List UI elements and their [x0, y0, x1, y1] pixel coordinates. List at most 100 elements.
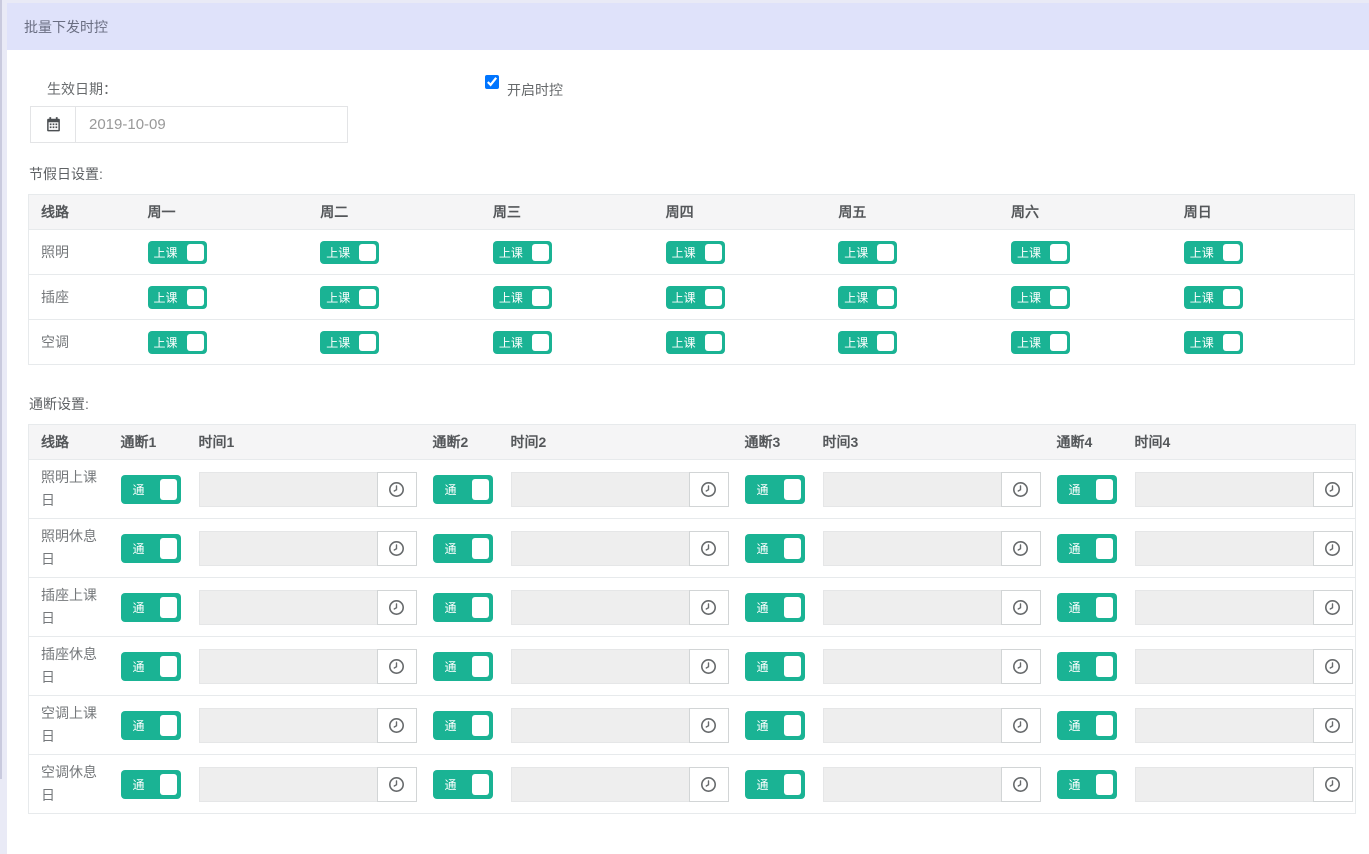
time-input[interactable] [1135, 767, 1313, 802]
time-input[interactable] [823, 590, 1001, 625]
switch-label: 通 [1057, 593, 1093, 622]
time-input[interactable] [511, 649, 689, 684]
holiday-toggle-r0c7[interactable]: 上课 [1184, 241, 1243, 264]
holiday-toggle-r1c5[interactable]: 上课 [838, 286, 897, 309]
clock-addon[interactable] [1001, 472, 1041, 507]
holiday-toggle-r2c1[interactable]: 上课 [148, 331, 207, 354]
clock-addon[interactable] [1001, 708, 1041, 743]
onoff-toggle-r1g0[interactable]: 通 [121, 534, 181, 563]
onoff-toggle-r4g0[interactable]: 通 [121, 711, 181, 740]
time-input[interactable] [511, 767, 689, 802]
onoff-toggle-r3g2[interactable]: 通 [745, 652, 805, 681]
clock-addon[interactable] [1001, 590, 1041, 625]
clock-addon[interactable] [377, 472, 417, 507]
clock-addon[interactable] [689, 649, 729, 684]
onoff-toggle-r4g2[interactable]: 通 [745, 711, 805, 740]
switch-knob [532, 244, 549, 261]
time-input[interactable] [511, 472, 689, 507]
clock-addon[interactable] [1001, 767, 1041, 802]
calendar-addon[interactable] [31, 107, 76, 142]
clock-addon[interactable] [377, 649, 417, 684]
onoff-toggle-r0g2[interactable]: 通 [745, 475, 805, 504]
time-input[interactable] [511, 590, 689, 625]
onoff-toggle-r3g1[interactable]: 通 [433, 652, 493, 681]
time-input[interactable] [199, 708, 377, 743]
onoff-toggle-r2g0[interactable]: 通 [121, 593, 181, 622]
time-input[interactable] [823, 531, 1001, 566]
time-input[interactable] [511, 531, 689, 566]
time-input[interactable] [199, 649, 377, 684]
clock-addon[interactable] [377, 708, 417, 743]
date-input[interactable] [76, 107, 347, 142]
onoff-toggle-r5g2[interactable]: 通 [745, 770, 805, 799]
holiday-toggle-r1c7[interactable]: 上课 [1184, 286, 1243, 309]
onoff-toggle-r1g3[interactable]: 通 [1057, 534, 1117, 563]
onoff-toggle-r0g1[interactable]: 通 [433, 475, 493, 504]
onoff-toggle-r1g2[interactable]: 通 [745, 534, 805, 563]
holiday-toggle-r0c5[interactable]: 上课 [838, 241, 897, 264]
onoff-toggle-r5g0[interactable]: 通 [121, 770, 181, 799]
holiday-toggle-r0c2[interactable]: 上课 [320, 241, 379, 264]
clock-addon[interactable] [689, 590, 729, 625]
holiday-toggle-r2c2[interactable]: 上课 [320, 331, 379, 354]
onoff-toggle-r3g3[interactable]: 通 [1057, 652, 1117, 681]
time-input[interactable] [1135, 590, 1313, 625]
time-input[interactable] [199, 767, 377, 802]
time-input[interactable] [1135, 472, 1313, 507]
holiday-toggle-r2c6[interactable]: 上课 [1011, 331, 1070, 354]
clock-addon[interactable] [1313, 590, 1353, 625]
time-input[interactable] [1135, 649, 1313, 684]
holiday-toggle-r2c3[interactable]: 上课 [493, 331, 552, 354]
holiday-toggle-r2c4[interactable]: 上课 [666, 331, 725, 354]
clock-addon[interactable] [1313, 767, 1353, 802]
time-input[interactable] [511, 708, 689, 743]
clock-addon[interactable] [377, 531, 417, 566]
onoff-toggle-r0g3[interactable]: 通 [1057, 475, 1117, 504]
time-input[interactable] [199, 531, 377, 566]
clock-addon[interactable] [1313, 649, 1353, 684]
onoff-toggle-r2g2[interactable]: 通 [745, 593, 805, 622]
holiday-toggle-r0c3[interactable]: 上课 [493, 241, 552, 264]
clock-addon[interactable] [1313, 531, 1353, 566]
holiday-toggle-r2c7[interactable]: 上课 [1184, 331, 1243, 354]
onoff-toggle-r1g1[interactable]: 通 [433, 534, 493, 563]
holiday-toggle-r1c1[interactable]: 上课 [148, 286, 207, 309]
onoff-toggle-r0g0[interactable]: 通 [121, 475, 181, 504]
time-group-r5g3 [1135, 767, 1353, 802]
holiday-toggle-r1c2[interactable]: 上课 [320, 286, 379, 309]
clock-addon[interactable] [689, 767, 729, 802]
clock-addon[interactable] [1001, 531, 1041, 566]
holiday-toggle-r1c4[interactable]: 上课 [666, 286, 725, 309]
holiday-toggle-r1c6[interactable]: 上课 [1011, 286, 1070, 309]
time-input[interactable] [823, 472, 1001, 507]
switch-knob [1050, 289, 1067, 306]
onoff-toggle-r4g1[interactable]: 通 [433, 711, 493, 740]
time-input[interactable] [199, 472, 377, 507]
clock-addon[interactable] [1313, 708, 1353, 743]
onoff-toggle-r2g3[interactable]: 通 [1057, 593, 1117, 622]
holiday-toggle-r2c5[interactable]: 上课 [838, 331, 897, 354]
onoff-toggle-r5g3[interactable]: 通 [1057, 770, 1117, 799]
time-input[interactable] [199, 590, 377, 625]
holiday-toggle-r1c3[interactable]: 上课 [493, 286, 552, 309]
clock-addon[interactable] [689, 708, 729, 743]
onoff-toggle-r4g3[interactable]: 通 [1057, 711, 1117, 740]
time-input[interactable] [823, 767, 1001, 802]
clock-addon[interactable] [689, 531, 729, 566]
time-input[interactable] [1135, 708, 1313, 743]
clock-addon[interactable] [377, 767, 417, 802]
onoff-toggle-r2g1[interactable]: 通 [433, 593, 493, 622]
onoff-toggle-r3g0[interactable]: 通 [121, 652, 181, 681]
time-input[interactable] [823, 708, 1001, 743]
onoff-toggle-r5g1[interactable]: 通 [433, 770, 493, 799]
time-input[interactable] [823, 649, 1001, 684]
enable-time-control-checkbox[interactable] [485, 75, 499, 89]
clock-addon[interactable] [1313, 472, 1353, 507]
holiday-toggle-r0c4[interactable]: 上课 [666, 241, 725, 264]
time-input[interactable] [1135, 531, 1313, 566]
clock-addon[interactable] [377, 590, 417, 625]
clock-addon[interactable] [689, 472, 729, 507]
holiday-toggle-r0c6[interactable]: 上课 [1011, 241, 1070, 264]
clock-addon[interactable] [1001, 649, 1041, 684]
holiday-toggle-r0c1[interactable]: 上课 [148, 241, 207, 264]
